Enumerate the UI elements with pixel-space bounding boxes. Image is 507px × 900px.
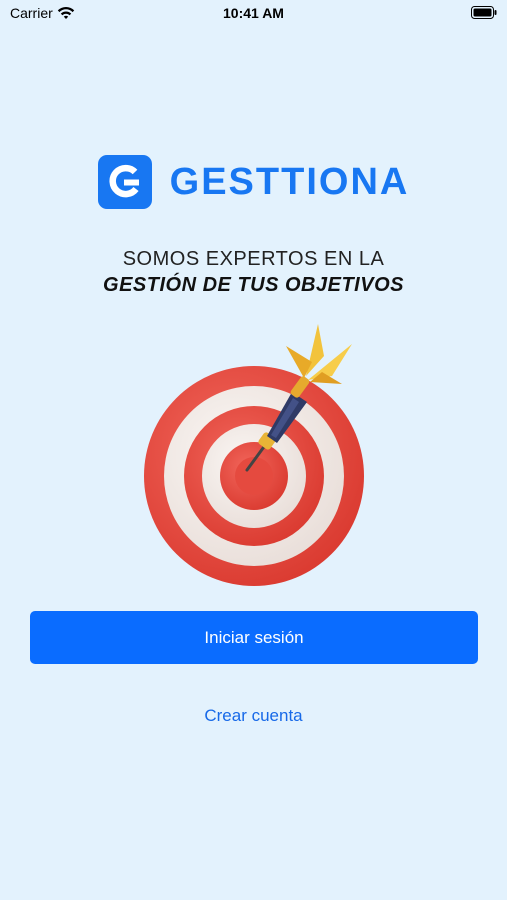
tagline-line-1: SOMOS EXPERTOS EN LA [122,248,385,270]
brand-logo: GESTTIONA [0,155,507,209]
target-illustration [144,324,364,586]
login-button[interactable]: Iniciar sesión [30,611,478,664]
target-board [144,366,364,586]
tagline-line-2: GESTIÓN DE TUS OBJETIVOS [103,274,404,296]
brand-name: GESTTIONA [169,160,410,203]
tagline: SOMOS EXPERTOS EN LA GESTIÓN DE TUS OBJE… [0,246,507,298]
create-account-link[interactable]: Crear cuenta [0,706,507,726]
battery-icon [471,6,497,19]
status-bar: Carrier 10:41 AM [0,0,507,28]
status-time: 10:41 AM [223,5,284,21]
g-logo-icon [97,155,152,209]
